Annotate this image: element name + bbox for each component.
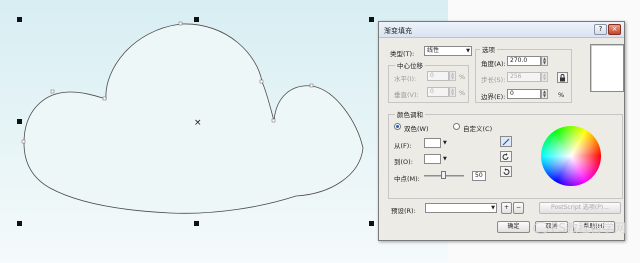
vertical-offset-spinner[interactable]: ▲ ▼ [449,87,456,97]
selection-handle-top-left[interactable] [17,17,22,22]
angle-field[interactable]: 270.0 [507,56,541,66]
edge-unit: % [558,91,565,99]
midpoint-field[interactable]: 50 [472,171,486,181]
two-color-label: 双色(W) [404,125,429,133]
type-select-value: 线性 [427,47,440,54]
selection-handle-top-right[interactable] [369,17,374,22]
two-color-radio[interactable] [394,123,401,130]
center-offset-label: 中心位移 [395,60,425,70]
from-label: 从(F): [394,142,412,150]
lock-icon [560,74,565,82]
angle-spinner[interactable]: ▲ ▼ [541,56,548,66]
presets-label: 预设(R): [391,207,416,215]
clockwise-blend-button[interactable] [500,166,512,177]
postscript-options-button[interactable]: PostScript 选项(P)... [539,202,621,214]
selection-handle-bottom[interactable] [194,221,199,226]
selection-handle-bottom-left[interactable] [17,221,22,226]
fountain-fill-dialog: 渐变填充 ? × 类型(T): 线性 ▼ 中心位移 水平(I): 0 ▲ ▼ % … [378,21,625,241]
gradient-preview[interactable] [590,44,624,92]
rotate-ccw-icon [502,153,509,160]
close-button[interactable]: × [608,24,621,35]
add-preset-button[interactable]: + [501,202,512,214]
rotation-center-mark[interactable]: × [194,119,202,128]
node-handle [21,139,26,144]
horizontal-offset-label: 水平(I): [394,75,417,83]
midpoint-label: 中点(M): [394,175,420,183]
edge-label: 边界(E): [481,93,506,101]
ok-button[interactable]: 确定 [497,221,530,233]
dialog-title: 渐变填充 [384,27,412,35]
watermark-text: PS教程自学网 [551,221,626,235]
horizontal-offset-field[interactable]: 0 [427,71,449,81]
node-handle [50,89,55,94]
chevron-down-icon[interactable]: ▼ [443,138,448,148]
steps-spinner[interactable]: ▲ ▼ [541,72,548,82]
node-handle [259,79,264,84]
horizontal-offset-unit: % [459,73,466,81]
edge-spinner[interactable]: ▲ ▼ [541,89,548,99]
steps-field[interactable]: 256 [507,72,541,82]
midpoint-slider-thumb[interactable] [441,171,446,179]
node-handle [309,83,314,88]
help-titlebar-button[interactable]: ? [594,24,607,35]
options-label: 选项 [480,44,497,54]
custom-label: 自定义(C) [463,125,493,133]
vertical-offset-unit: % [459,89,466,97]
lock-steps-button[interactable] [557,72,568,83]
color-blend-label: 颜色调和 [395,109,425,119]
diagonal-line-icon [502,138,510,146]
wechat-logo-icon [533,222,550,234]
type-select[interactable]: 线性 ▼ [424,46,472,56]
chevron-down-icon: ▼ [491,205,495,211]
selection-handle-top[interactable] [194,17,199,22]
vertical-offset-field[interactable]: 0 [427,87,449,97]
to-color-swatch[interactable] [424,154,441,164]
node-handle [271,118,276,123]
steps-label: 步长(S): [481,76,506,84]
horizontal-offset-spinner[interactable]: ▲ ▼ [449,71,456,81]
node-handle [102,96,107,101]
rotate-cw-icon [503,168,510,175]
from-color-swatch[interactable] [424,138,441,148]
color-wheel[interactable] [541,126,601,186]
counterclockwise-blend-button[interactable] [500,151,512,162]
to-label: 到(O): [394,158,413,166]
edge-field[interactable]: 0 [507,89,541,99]
remove-preset-button[interactable]: − [513,202,524,214]
direct-blend-button[interactable] [500,136,512,147]
vertical-offset-label: 垂直(V): [394,91,419,99]
node-handle [178,21,183,26]
presets-select[interactable]: ▼ [425,203,497,213]
watermark: PS教程自学网 [533,219,626,236]
dialog-titlebar[interactable]: 渐变填充 ? × [379,22,624,38]
angle-label: 角度(A): [481,60,506,68]
chevron-down-icon[interactable]: ▼ [443,154,448,164]
selection-handle-bottom-right[interactable] [369,221,374,226]
type-label: 类型(T): [390,50,415,58]
chevron-down-icon: ▼ [466,48,470,54]
selection-handle-left[interactable] [17,119,22,124]
custom-radio[interactable] [453,123,460,130]
